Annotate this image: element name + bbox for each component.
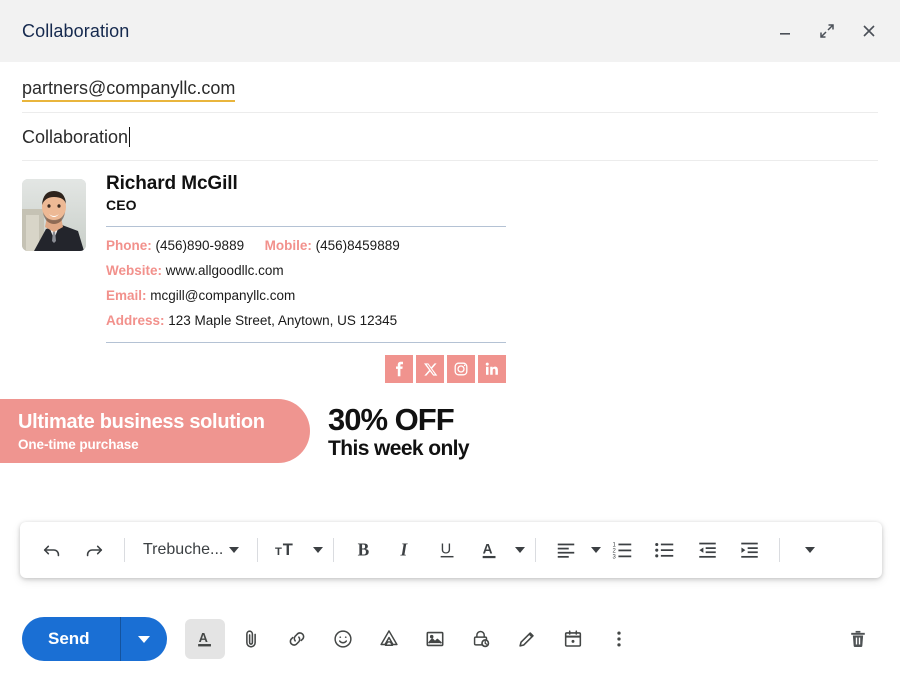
align-select[interactable] bbox=[546, 530, 602, 570]
svg-text:I: I bbox=[400, 540, 409, 560]
signature-divider-top bbox=[106, 225, 506, 227]
bulleted-list-button[interactable] bbox=[645, 530, 685, 570]
chevron-down-icon bbox=[591, 547, 602, 553]
compose-window: Collaboration partners@companyllc.com Co… bbox=[0, 0, 900, 680]
toolbar-divider bbox=[779, 538, 781, 562]
svg-text:B: B bbox=[358, 540, 370, 560]
send-button-group[interactable]: Send bbox=[22, 617, 167, 661]
font-size-icon: T T bbox=[268, 530, 308, 570]
compose-titlebar: Collaboration bbox=[0, 0, 900, 62]
text-color-select[interactable]: A bbox=[470, 530, 526, 570]
insert-signature-button[interactable] bbox=[507, 619, 547, 659]
insert-link-button[interactable] bbox=[277, 619, 317, 659]
mobile-value: (456)8459889 bbox=[315, 237, 400, 253]
phone-label: Phone: bbox=[106, 237, 152, 253]
toolbar-divider bbox=[333, 538, 335, 562]
schedule-send-button[interactable] bbox=[553, 619, 593, 659]
subject-value[interactable]: Collaboration bbox=[22, 127, 128, 147]
insert-drive-button[interactable] bbox=[369, 619, 409, 659]
text-color-icon: A bbox=[470, 530, 510, 570]
send-button[interactable]: Send bbox=[22, 617, 120, 661]
promo-banner-right: 30% OFF This week only bbox=[328, 401, 470, 460]
promo-banner: Ultimate business solution One-time purc… bbox=[0, 399, 878, 464]
recipient-value[interactable]: partners@companyllc.com bbox=[22, 78, 236, 102]
signature-row-phone: Phone: (456)890-9889 Mobile: (456)845988… bbox=[106, 237, 516, 255]
promo-subtitle: One-time purchase bbox=[18, 436, 139, 452]
website-label: Website: bbox=[106, 262, 163, 278]
promo-title: Ultimate business solution bbox=[18, 410, 265, 433]
discard-draft-button[interactable] bbox=[838, 619, 878, 659]
signature-role: CEO bbox=[106, 196, 137, 213]
website-value: www.allgoodllc.com bbox=[165, 262, 284, 278]
address-label: Address: bbox=[106, 313, 165, 329]
align-left-icon bbox=[546, 530, 586, 570]
toolbar-divider bbox=[124, 538, 125, 562]
signature-row-website: Website: www.allgoodllc.com bbox=[106, 262, 516, 280]
signature-row-address: Address: 123 Maple Street, Anytown, US 1… bbox=[106, 312, 516, 330]
more-formatting-button[interactable] bbox=[790, 530, 830, 570]
send-options-button[interactable] bbox=[121, 617, 167, 661]
x-twitter-icon[interactable] bbox=[416, 355, 444, 384]
chevron-down-icon bbox=[137, 635, 150, 643]
insert-emoji-button[interactable] bbox=[323, 619, 363, 659]
window-controls bbox=[772, 18, 882, 44]
redo-button[interactable] bbox=[74, 530, 114, 570]
promo-offer: 30% OFF bbox=[328, 401, 455, 437]
chevron-down-icon bbox=[805, 547, 816, 553]
signature-divider-bottom bbox=[106, 342, 506, 344]
outdent-button[interactable] bbox=[687, 530, 727, 570]
underline-button[interactable]: U bbox=[428, 530, 468, 570]
svg-text:T: T bbox=[275, 546, 282, 558]
mobile-label: Mobile: bbox=[264, 237, 312, 253]
phone-value: (456)890-9889 bbox=[155, 237, 245, 253]
email-signature: Richard McGill CEO Phone: (456)890-9889 … bbox=[22, 173, 878, 384]
indent-button[interactable] bbox=[729, 530, 769, 570]
signature-row-email: Email: mcgill@companyllc.com bbox=[106, 287, 516, 305]
fullscreen-button[interactable] bbox=[814, 18, 840, 44]
instagram-icon[interactable] bbox=[447, 355, 475, 384]
minimize-button[interactable] bbox=[772, 18, 798, 44]
email-label: Email: bbox=[106, 287, 147, 303]
more-options-button[interactable] bbox=[599, 619, 639, 659]
toolbar-divider bbox=[257, 538, 259, 562]
italic-button[interactable]: I bbox=[386, 530, 426, 570]
svg-text:U: U bbox=[441, 542, 452, 558]
insert-photo-button[interactable] bbox=[415, 619, 455, 659]
compose-tools: A bbox=[184, 619, 639, 659]
confidential-mode-button[interactable] bbox=[461, 619, 501, 659]
font-family-label: Trebuche... bbox=[143, 541, 224, 558]
promo-banner-left: Ultimate business solution One-time purc… bbox=[0, 399, 310, 464]
svg-text:A: A bbox=[483, 542, 493, 557]
linkedin-icon[interactable] bbox=[478, 355, 506, 384]
formatting-options-button[interactable]: A bbox=[184, 619, 225, 659]
signature-name: Richard McGill bbox=[106, 172, 238, 194]
compose-action-bar: Send A bbox=[0, 598, 900, 680]
avatar bbox=[22, 178, 86, 251]
svg-text:A: A bbox=[198, 630, 207, 645]
font-family-select[interactable]: Trebuche... bbox=[135, 530, 247, 570]
chevron-down-icon bbox=[515, 547, 526, 553]
font-size-select[interactable]: T T bbox=[268, 530, 324, 570]
bold-button[interactable]: B bbox=[344, 530, 384, 570]
subject-field[interactable]: Collaboration bbox=[22, 113, 878, 161]
close-button[interactable] bbox=[856, 18, 882, 44]
chevron-down-icon bbox=[313, 547, 324, 553]
page-title: Collaboration bbox=[22, 20, 130, 41]
address-value: 123 Maple Street, Anytown, US 12345 bbox=[168, 313, 398, 329]
svg-text:T: T bbox=[283, 541, 293, 559]
chevron-down-icon bbox=[229, 547, 240, 553]
signature-details: Richard McGill CEO Phone: (456)890-9889 … bbox=[106, 173, 516, 384]
recipient-field[interactable]: partners@companyllc.com bbox=[22, 62, 878, 113]
social-links bbox=[106, 355, 506, 384]
facebook-icon[interactable] bbox=[385, 355, 413, 384]
svg-text:3: 3 bbox=[613, 554, 617, 560]
promo-offer-sub: This week only bbox=[328, 436, 470, 460]
formatting-toolbar: Trebuche... T T B I U A 1 2 3 bbox=[20, 522, 882, 578]
toolbar-divider bbox=[535, 538, 537, 562]
email-value: mcgill@companyllc.com bbox=[150, 287, 296, 303]
numbered-list-button[interactable]: 1 2 3 bbox=[603, 530, 643, 570]
attach-files-button[interactable] bbox=[231, 619, 271, 659]
text-cursor bbox=[129, 126, 131, 147]
undo-button[interactable] bbox=[32, 530, 72, 570]
